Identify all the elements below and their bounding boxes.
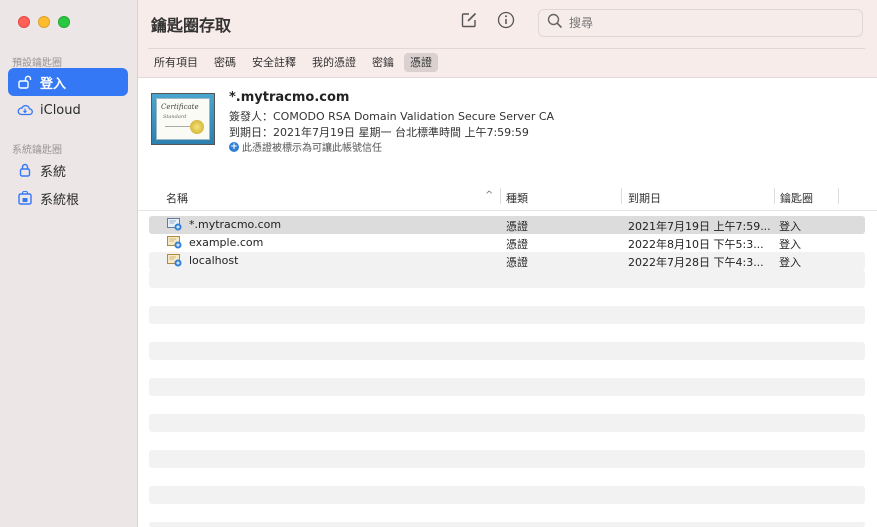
padlock-icon: [16, 162, 34, 178]
toolbar: 鑰匙圈存取 所有項目 密碼 安全註釋 我的憑證 密鑰 憑證: [138, 0, 877, 78]
sidebar-item-login[interactable]: 登入: [8, 68, 128, 96]
new-item-button[interactable]: [459, 12, 479, 32]
search-icon: [547, 13, 563, 33]
table-row[interactable]: *.mytracmo.com 憑證 2021年7月19日 上午7:59... 登…: [149, 216, 865, 234]
row-name: example.com: [189, 236, 264, 249]
row-expires: 2021年7月19日 上午7:59...: [628, 220, 771, 233]
info-icon: [497, 11, 515, 33]
sidebar-item-icloud[interactable]: iCloud: [8, 96, 128, 124]
certificate-icon: [167, 254, 182, 267]
row-name: localhost: [189, 254, 239, 267]
keychain-access-window: 預設鑰匙圈 登入 iCloud 系統鑰匙圈 系統 系統根 鑰匙圈存取 搜尋 所有…: [0, 0, 877, 527]
empty-row: [149, 270, 865, 288]
certificate-image: Certificate Standard: [151, 93, 215, 145]
cloud-icon: [16, 102, 34, 118]
row-keychain: 登入: [779, 220, 801, 233]
plus-circle-icon: +: [229, 141, 239, 152]
window-controls: [18, 16, 70, 28]
cabinet-lock-icon: [16, 190, 34, 206]
row-name: *.mytracmo.com: [189, 218, 282, 231]
tab-certificates[interactable]: 憑證: [404, 53, 438, 72]
sidebar-item-label: 登入: [40, 76, 67, 92]
row-expires: 2022年7月28日 下午4:3...: [628, 256, 764, 269]
certificate-icon: [167, 218, 182, 231]
tab-keys[interactable]: 密鑰: [366, 53, 400, 72]
row-kind: 憑證: [506, 238, 528, 251]
empty-row: [149, 378, 865, 396]
column-separator[interactable]: [838, 188, 839, 204]
tab-all-items[interactable]: 所有項目: [148, 53, 204, 72]
empty-row: [149, 306, 865, 324]
sidebar-section-default: 預設鑰匙圈: [12, 58, 62, 69]
sidebar-item-label: 系統根: [40, 192, 80, 208]
search-field[interactable]: [538, 9, 863, 37]
search-input[interactable]: [569, 16, 849, 30]
row-keychain: 登入: [779, 256, 801, 269]
certificate-preview: Certificate Standard *.mytracmo.com 簽發人：…: [138, 79, 877, 179]
tab-passwords[interactable]: 密碼: [208, 53, 242, 72]
tab-secure-notes[interactable]: 安全註釋: [246, 53, 302, 72]
column-separator[interactable]: [621, 188, 622, 204]
sidebar-item-label: 系統: [40, 164, 67, 180]
certificate-icon: [167, 236, 182, 249]
column-header-kind[interactable]: 種類: [506, 190, 528, 206]
column-separator[interactable]: [500, 188, 501, 204]
column-header-expires[interactable]: 到期日: [628, 190, 661, 206]
row-keychain: 登入: [779, 238, 801, 251]
header-divider: [138, 210, 877, 211]
category-tabs: 所有項目 密碼 安全註釋 我的憑證 密鑰 憑證: [148, 53, 442, 72]
empty-row: [149, 414, 865, 432]
certificate-image-title: Certificate: [161, 103, 199, 111]
row-expires: 2022年8月10日 下午5:3...: [628, 238, 764, 251]
certificate-name: *.mytracmo.com: [229, 90, 350, 105]
certificate-image-subtitle: Standard: [163, 114, 187, 120]
sort-indicator-icon: ^: [485, 190, 494, 201]
sidebar-item-system-roots[interactable]: 系統根: [8, 184, 128, 212]
empty-row: [149, 342, 865, 360]
seal-icon: [190, 120, 204, 134]
sidebar-section-system: 系統鑰匙圈: [12, 145, 62, 156]
row-kind: 憑證: [506, 256, 528, 269]
sidebar-item-system[interactable]: 系統: [8, 156, 128, 184]
tab-my-certificates[interactable]: 我的憑證: [306, 53, 362, 72]
certificate-issuer: 簽發人：COMODO RSA Domain Validation Secure …: [229, 110, 555, 123]
sidebar: 預設鑰匙圈 登入 iCloud 系統鑰匙圈 系統 系統根: [0, 0, 138, 527]
sidebar-item-label: iCloud: [40, 102, 81, 118]
column-header-keychain[interactable]: 鑰匙圈: [780, 190, 813, 206]
minimize-button[interactable]: [38, 16, 50, 28]
window-title: 鑰匙圈存取: [151, 16, 232, 35]
certificate-expiry: 到期日：2021年7月19日 星期一 台北標準時間 上午7:59:59: [229, 126, 529, 139]
trust-note: 此憑證被標示為可讓此帳號信任: [242, 143, 382, 154]
certificate-trust-status: + 此憑證被標示為可讓此帳號信任: [229, 139, 382, 154]
table-row[interactable]: example.com 憑證 2022年8月10日 下午5:3... 登入: [149, 234, 865, 252]
table-header: 名稱 ^ 種類 到期日 鑰匙圈: [148, 186, 865, 208]
empty-row: [149, 486, 865, 504]
zoom-button[interactable]: [58, 16, 70, 28]
table-row[interactable]: localhost 憑證 2022年7月28日 下午4:3... 登入: [149, 252, 865, 270]
unlocked-padlock-icon: [16, 74, 34, 90]
close-button[interactable]: [18, 16, 30, 28]
row-kind: 憑證: [506, 220, 528, 233]
compose-icon: [460, 11, 478, 33]
info-button[interactable]: [496, 11, 516, 33]
toolbar-divider: [148, 48, 865, 49]
column-header-name[interactable]: 名稱: [166, 190, 188, 206]
column-separator[interactable]: [774, 188, 775, 204]
empty-row: [149, 450, 865, 468]
empty-row: [149, 522, 865, 527]
